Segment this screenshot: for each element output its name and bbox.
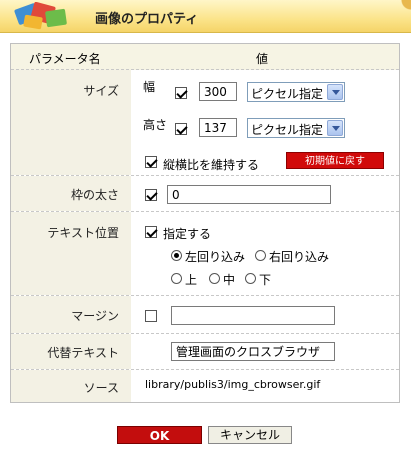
align-middle-label: 中 <box>223 273 236 287</box>
size-label: サイズ <box>83 84 119 98</box>
align-bottom-label: 下 <box>259 273 272 287</box>
reset-size-button[interactable]: 初期値に戻す <box>286 152 384 169</box>
width-unit-select[interactable]: ピクセル指定 <box>247 82 345 102</box>
border-label: 枠の太さ <box>70 188 119 202</box>
alt-text-label: 代替テキスト <box>47 346 119 360</box>
source-row: ソース library/publis3/img_cbrowser.gif <box>11 370 399 402</box>
source-path: library/publis3/img_cbrowser.gif <box>145 378 321 391</box>
wrap-right-label: 右回り込み <box>269 250 330 264</box>
height-input[interactable] <box>199 118 237 137</box>
width-input[interactable] <box>199 82 237 101</box>
height-unit-select[interactable]: ピクセル指定 <box>247 118 345 138</box>
ok-button[interactable]: OK <box>117 426 202 444</box>
align-middle-radio[interactable] <box>209 273 220 284</box>
align-top-radio[interactable] <box>171 273 182 284</box>
table-header-row: パラメータ名 値 <box>11 44 399 70</box>
text-position-row: テキスト位置 指定する 左回り込み 右回り込み 上 中 下 <box>11 212 399 296</box>
specify-position-checkbox[interactable] <box>145 226 157 238</box>
width-label: 幅 <box>143 80 156 94</box>
alt-text-input[interactable] <box>171 342 335 361</box>
border-input[interactable] <box>167 185 331 204</box>
keep-ratio-checkbox[interactable] <box>145 156 157 168</box>
keep-ratio-label: 縦横比を維持する <box>163 158 260 172</box>
source-label: ソース <box>83 381 119 395</box>
width-checkbox[interactable] <box>175 87 187 99</box>
properties-panel: パラメータ名 値 サイズ 幅 ピクセル指定 高さ ピクセル指定 縦横比を維持する… <box>10 43 400 403</box>
logo-icon <box>14 2 67 30</box>
wrap-left-label: 左回り込み <box>185 250 246 264</box>
value-header: 値 <box>256 52 269 66</box>
align-top-label: 上 <box>185 273 198 287</box>
param-header: パラメータ名 <box>29 52 101 66</box>
dialog-title: 画像のプロパティ <box>95 12 199 27</box>
margin-row: マージン <box>11 296 399 334</box>
align-bottom-radio[interactable] <box>245 273 256 284</box>
margin-checkbox[interactable] <box>145 310 157 322</box>
chevron-down-icon <box>327 84 343 100</box>
chevron-down-icon <box>327 120 343 136</box>
wrap-left-radio[interactable] <box>171 250 182 261</box>
header-corner-decoration <box>383 0 411 33</box>
height-label: 高さ <box>143 118 168 132</box>
alt-text-row: 代替テキスト <box>11 334 399 370</box>
cancel-button[interactable]: キャンセル <box>208 426 292 444</box>
margin-input[interactable] <box>171 306 335 325</box>
text-position-label: テキスト位置 <box>47 226 119 240</box>
height-checkbox[interactable] <box>175 123 187 135</box>
specify-position-label: 指定する <box>163 227 212 241</box>
margin-label: マージン <box>71 309 119 323</box>
dialog-header: 画像のプロパティ <box>0 0 411 33</box>
border-row: 枠の太さ <box>11 176 399 212</box>
wrap-right-radio[interactable] <box>255 250 266 261</box>
border-checkbox[interactable] <box>145 189 157 201</box>
